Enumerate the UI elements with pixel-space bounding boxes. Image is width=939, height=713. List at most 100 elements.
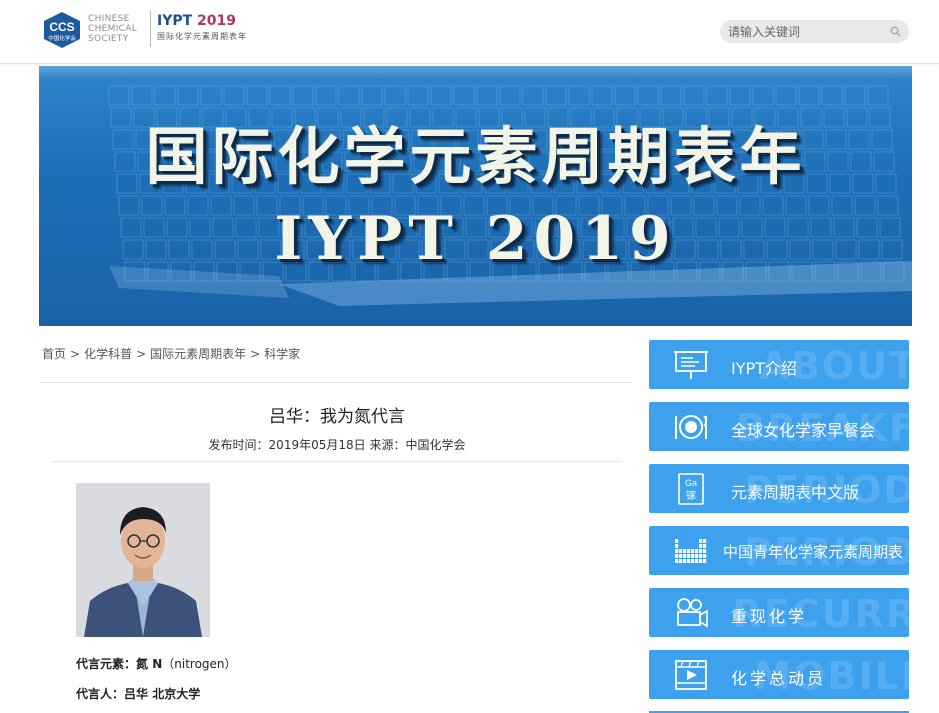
person-value: 吕华 北京大学	[124, 687, 201, 701]
grid-icon-cell	[695, 559, 699, 563]
periodic-table-background	[39, 66, 912, 306]
sidebar-item-label: 中国青年化学家元素周期表	[723, 543, 904, 561]
grid-icon-cell	[699, 544, 703, 548]
banner-grid-cell	[177, 85, 199, 106]
banner-grid-cell	[591, 85, 613, 106]
banner-grid-cell	[269, 85, 291, 106]
banner-grid-cell	[706, 85, 728, 106]
periodic-grid-icon	[675, 539, 707, 563]
sidebar-item-chemistry-mobilize[interactable]: MOBILI 化学总动员	[649, 650, 909, 699]
banner-grid-cell	[200, 85, 222, 106]
spokesperson-info: 代言人：吕华 北京大学	[76, 685, 200, 702]
logo-divider	[150, 11, 151, 47]
iypt-subtitle: 国际化学元素周期表年	[157, 32, 247, 41]
element-english: （nitrogen）	[162, 657, 237, 671]
logo-text: CHINESE CHEMICAL SOCIETY	[88, 14, 137, 44]
grid-icon-cell	[695, 554, 699, 558]
grid-icon-cell	[687, 554, 691, 558]
article-meta: 发布时间：2019年05月18日 来源：中国化学会	[208, 438, 466, 452]
grid-icon-cell	[703, 554, 707, 558]
grid-icon-cell	[699, 559, 703, 563]
site-header: CCS 中国化学会 CHINESE CHEMICAL SOCIETY IYPT …	[0, 0, 939, 64]
grid-icon-cell	[703, 539, 707, 543]
grid-icon-cell	[703, 559, 707, 563]
banner-grid-cell	[499, 85, 521, 106]
breadcrumb: 首页 > 化学科普 > 国际元素周期表年 > 科学家	[42, 345, 300, 362]
iypt-logo-part2: 2019	[197, 13, 237, 29]
banner-grid-cell	[729, 85, 751, 106]
grid-icon-cell	[703, 544, 707, 548]
logo-line: CHINESE	[88, 14, 130, 24]
banner-grid-cell	[568, 85, 590, 106]
breadcrumb-sep: >	[136, 347, 147, 361]
sidebar-item-label: 元素周期表中文版	[731, 483, 860, 502]
banner-grid-cell	[246, 85, 268, 106]
iypt-logo[interactable]: IYPT 2019	[157, 13, 236, 29]
element-info: 代言元素：氮 N（nitrogen）	[76, 655, 237, 672]
grid-icon-cell	[699, 539, 703, 543]
breakfast-plate-icon	[675, 415, 707, 439]
breadcrumb-sep: >	[70, 347, 81, 361]
sidebar-item-young-chemists-table[interactable]: PERIOD 中国青年化学家元素周期表	[649, 526, 909, 575]
grid-icon-cell	[699, 549, 703, 553]
grid-icon-cell	[675, 559, 679, 563]
grid-icon-cell	[675, 554, 679, 558]
grid-icon-cell	[683, 559, 687, 563]
banner-grid-cell	[131, 85, 153, 106]
element-value: 氮 N	[136, 657, 163, 671]
presentation-board-icon	[674, 351, 708, 379]
logo-cn: 中国化学会	[48, 34, 76, 42]
sidebar-item-iypt-intro[interactable]: ABOUT IYPT介绍	[649, 340, 909, 389]
grid-icon-cell	[691, 554, 695, 558]
banner-grid-cell	[545, 85, 567, 106]
breadcrumb-science[interactable]: 化学科普	[84, 347, 132, 361]
person-portrait-icon	[76, 483, 210, 637]
banner-grid-cell	[867, 85, 889, 106]
banner-grid-cell	[844, 85, 866, 106]
grid-icon-cell	[691, 559, 695, 563]
sidebar-item-reproduce-chemistry[interactable]: RECURR 重现化学	[649, 588, 909, 637]
banner-grid-cell	[637, 85, 659, 106]
grid-icon-cell	[675, 544, 679, 548]
banner-grid-cell	[223, 85, 245, 106]
banner-grid-cell	[752, 85, 774, 106]
divider	[40, 382, 632, 383]
banner-grid-cell	[430, 85, 452, 106]
breadcrumb-scientist[interactable]: 科学家	[264, 347, 300, 361]
banner-grid-cell	[361, 85, 383, 106]
element-card-name: 镓	[686, 490, 696, 502]
grid-icon-cell	[703, 549, 707, 553]
element-card-icon: Ga 镓	[678, 473, 704, 505]
banner-grid-cell	[108, 85, 130, 106]
element-card-symbol: Ga	[685, 478, 697, 488]
search-input[interactable]	[728, 22, 888, 41]
grid-icon-cell	[683, 549, 687, 553]
sidebar-item-label: 全球女化学家早餐会	[731, 421, 876, 440]
breadcrumb-sep: >	[250, 347, 261, 361]
search-icon[interactable]	[890, 26, 901, 37]
film-camera-icon	[677, 598, 708, 628]
ccs-logo-icon[interactable]: CCS 中国化学会	[42, 11, 82, 49]
banner-grid-cell	[384, 85, 406, 106]
banner-grid-cell	[407, 85, 429, 106]
grid-icon-cell	[695, 549, 699, 553]
sidebar-item-label: IYPT介绍	[731, 359, 797, 378]
iypt-banner: 国际化学元素周期表年 IYPT 2019	[39, 66, 912, 326]
video-play-icon	[675, 660, 707, 690]
sidebar-item-periodic-table-cn[interactable]: PERIOD Ga 镓 元素周期表中文版	[649, 464, 909, 513]
grid-icon-cell	[699, 554, 703, 558]
banner-grid-cell	[453, 85, 475, 106]
banner-grid-cell	[775, 85, 797, 106]
grid-icon-cell	[675, 549, 679, 553]
sidebar-item-women-breakfast[interactable]: BREAKF 全球女化学家早餐会	[649, 402, 909, 451]
banner-grid-cell	[315, 85, 337, 106]
grid-icon-cell	[687, 559, 691, 563]
banner-grid-cell	[338, 85, 360, 106]
banner-grid-cell	[614, 85, 636, 106]
grid-icon-cell	[679, 549, 683, 553]
element-label: 代言元素：	[76, 657, 137, 671]
banner-grid-cell	[821, 85, 843, 106]
breadcrumb-iypt[interactable]: 国际元素周期表年	[150, 347, 246, 361]
breadcrumb-home[interactable]: 首页	[42, 347, 66, 361]
grid-icon-cell	[687, 549, 691, 553]
